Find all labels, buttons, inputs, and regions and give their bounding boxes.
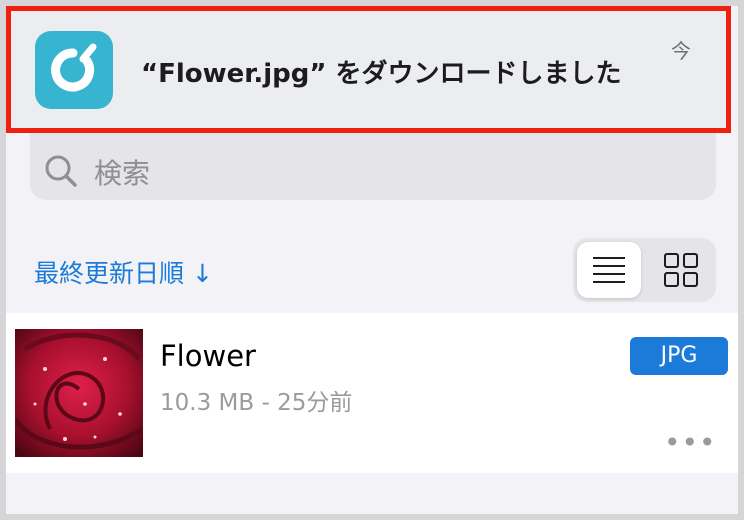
grid-view-icon [664, 253, 698, 287]
file-thumbnail [15, 329, 143, 457]
list-view-button[interactable] [577, 242, 641, 298]
highlight-frame [6, 6, 731, 133]
grid-view-button[interactable] [649, 242, 713, 298]
list-view-icon [593, 257, 625, 283]
file-row[interactable]: Flower 10.3 MB - 25分前 JPG ••• [6, 313, 738, 473]
search-placeholder: 検索 [94, 157, 151, 190]
view-mode-toggle [573, 238, 716, 302]
file-name: Flower [160, 339, 256, 373]
more-options-icon[interactable]: ••• [664, 429, 717, 457]
search-icon [45, 155, 77, 187]
file-meta: 10.3 MB - 25分前 [160, 390, 353, 416]
file-type-badge: JPG [630, 337, 728, 375]
sort-order-button[interactable]: 最終更新日順 ↓ [34, 254, 213, 290]
